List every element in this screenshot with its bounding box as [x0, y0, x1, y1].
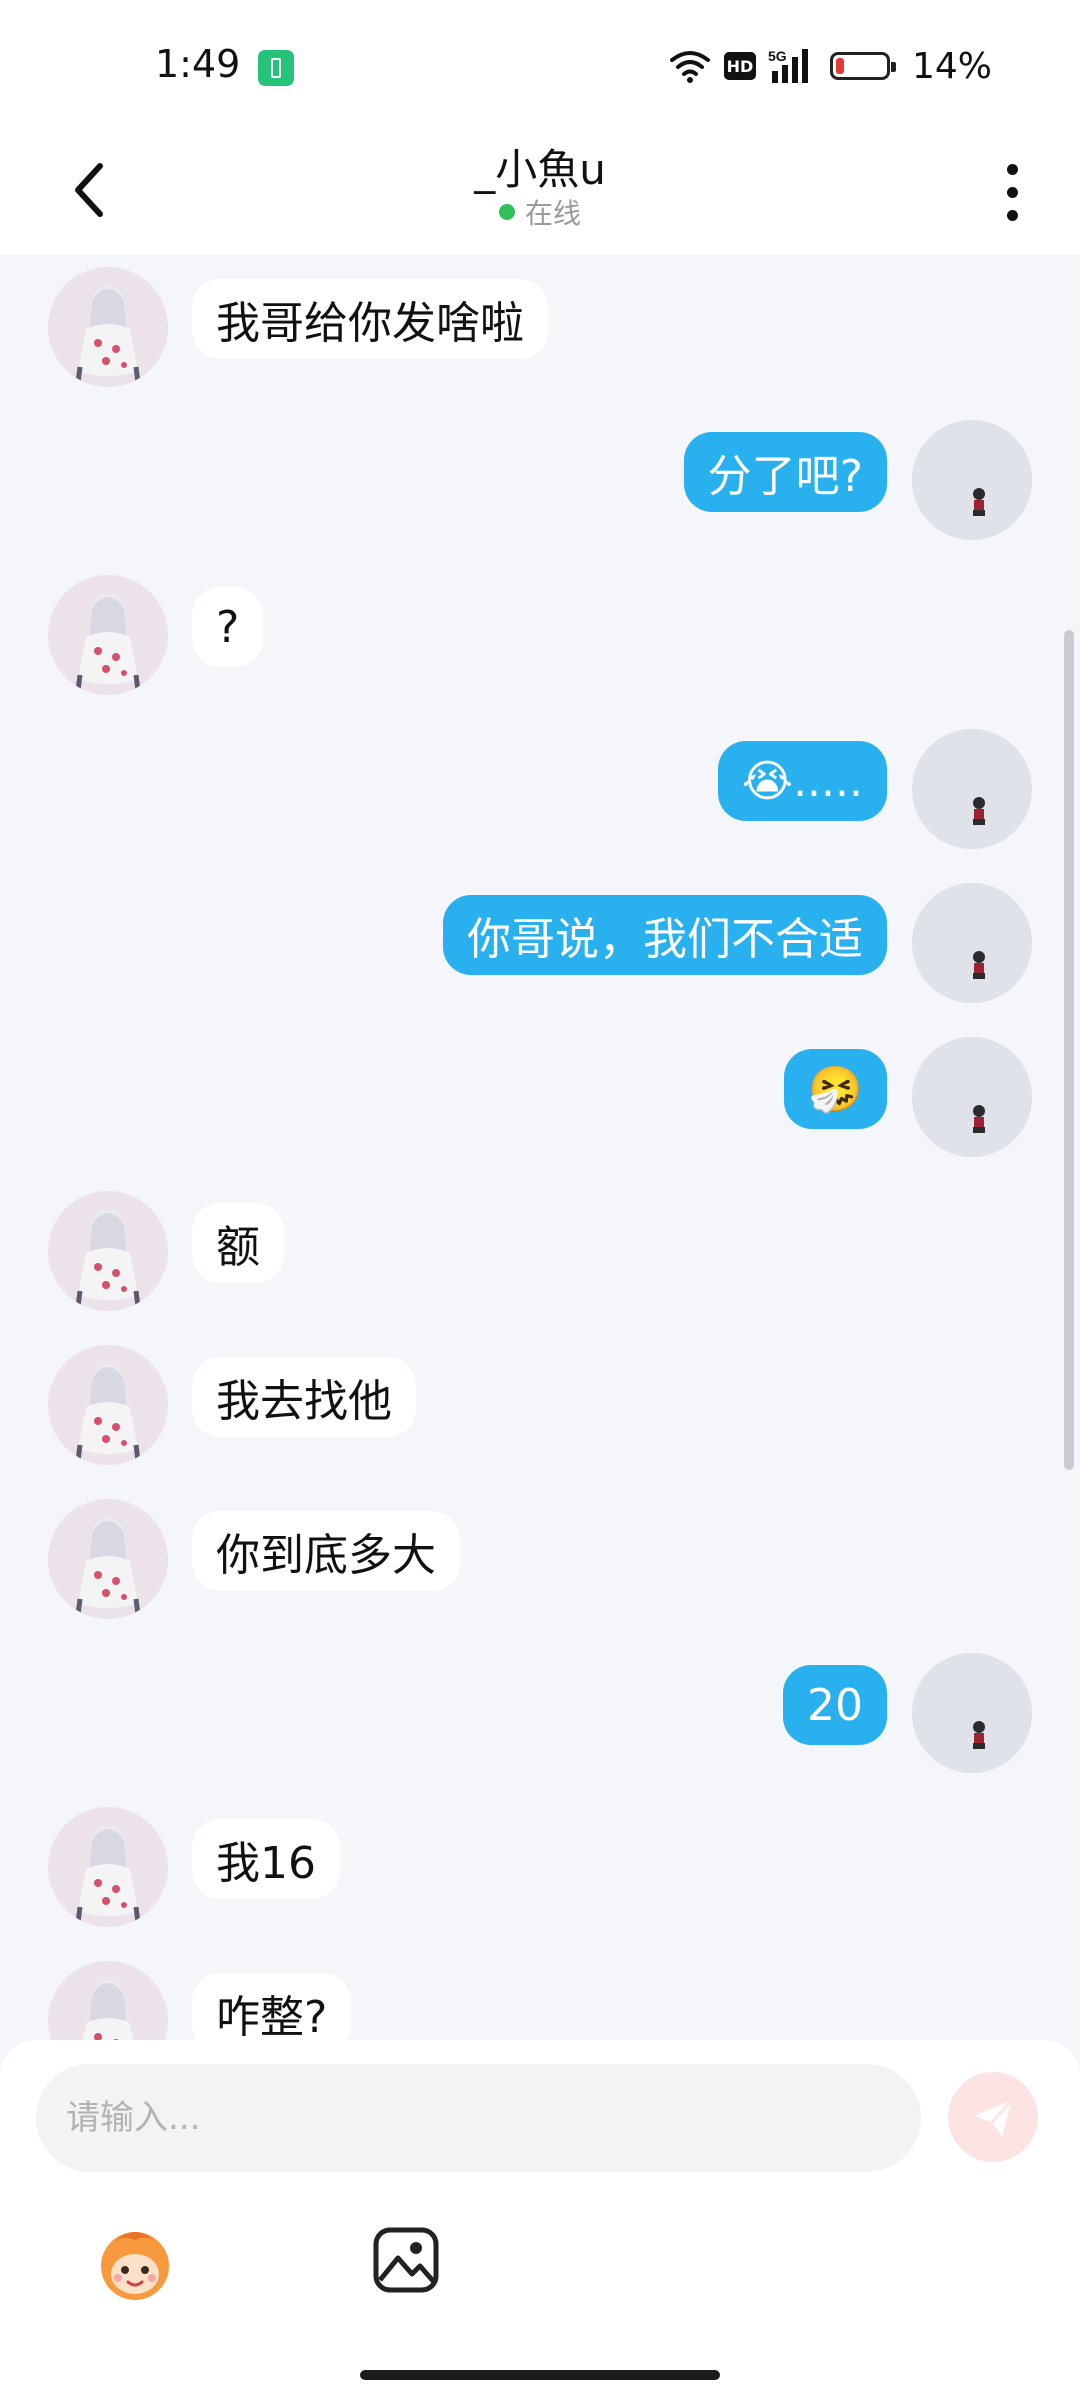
battery-level [835, 58, 844, 74]
status-bar: 1:49 HD 5G 14% [0, 0, 1080, 130]
contact-avatar[interactable] [48, 575, 168, 695]
my-avatar[interactable] [912, 883, 1032, 1003]
chat-screen: 1:49 HD 5G 14% _小魚u 在线 我哥给你发啥啦 分了吧? ? 😭.… [0, 0, 1080, 2400]
battery-percent: 14% [911, 45, 992, 87]
incoming-message-bubble[interactable]: 我去找他 [192, 1357, 416, 1437]
message-input[interactable] [36, 2064, 921, 2172]
my-avatar[interactable] [912, 1653, 1032, 1773]
my-avatar[interactable] [912, 420, 1032, 540]
outgoing-message-bubble[interactable]: 🤧 [784, 1049, 887, 1129]
image-picker-button[interactable] [370, 2224, 442, 2296]
send-button[interactable] [948, 2072, 1038, 2162]
image-gallery-icon [373, 2227, 439, 2293]
my-avatar[interactable] [912, 1037, 1032, 1157]
status-time: 1:49 [155, 42, 241, 86]
incoming-message-bubble[interactable]: 我16 [192, 1819, 340, 1899]
outgoing-message-bubble[interactable]: 你哥说，我们不合适 [443, 895, 887, 975]
online-dot [498, 204, 515, 220]
battery-saver-icon [258, 50, 294, 86]
hd-badge: HD [723, 52, 756, 80]
outgoing-message-bubble[interactable]: 😭..... [717, 741, 887, 821]
paper-plane-icon [974, 2098, 1014, 2136]
incoming-message-bubble[interactable]: ? [192, 587, 264, 667]
incoming-message-bubble[interactable]: 咋整? [192, 1973, 352, 2040]
contact-avatar[interactable] [48, 267, 168, 387]
more-options-button[interactable] [992, 152, 1032, 232]
contact-avatar[interactable] [48, 1807, 168, 1927]
online-status-text: 在线 [524, 197, 581, 230]
home-indicator[interactable] [360, 2370, 720, 2380]
wifi-icon [669, 51, 710, 83]
network-label: 5G [768, 48, 787, 64]
outgoing-message-bubble[interactable]: 分了吧? [683, 432, 887, 512]
composer-panel [0, 2040, 1080, 2400]
contact-avatar[interactable] [48, 1499, 168, 1619]
scrollbar[interactable] [1064, 630, 1074, 1470]
incoming-message-bubble[interactable]: 我哥给你发啥啦 [192, 279, 548, 359]
mascot-emoji-button[interactable] [92, 2220, 178, 2306]
outgoing-message-bubble[interactable]: 20 [783, 1665, 887, 1745]
monkey-mascot-icon [101, 2232, 169, 2300]
contact-avatar[interactable] [48, 1961, 168, 2040]
contact-name: _小魚u [474, 145, 606, 194]
my-avatar[interactable] [912, 729, 1032, 849]
more-vertical-icon [1006, 163, 1018, 175]
battery-icon [829, 52, 896, 80]
online-status: 在线 [0, 192, 1080, 232]
incoming-message-bubble[interactable]: 你到底多大 [192, 1511, 460, 1591]
message-list[interactable]: 我哥给你发啥啦 分了吧? ? 😭..... 你哥说，我们不合适 🤧 额 我去找他… [0, 255, 1080, 2040]
incoming-message-bubble[interactable]: 额 [192, 1203, 284, 1283]
signal-icon: 5G [768, 48, 808, 83]
chat-header: _小魚u 在线 [0, 130, 1080, 255]
contact-avatar[interactable] [48, 1345, 168, 1465]
status-icons: HD 5G 14% [668, 44, 992, 88]
contact-avatar[interactable] [48, 1191, 168, 1311]
